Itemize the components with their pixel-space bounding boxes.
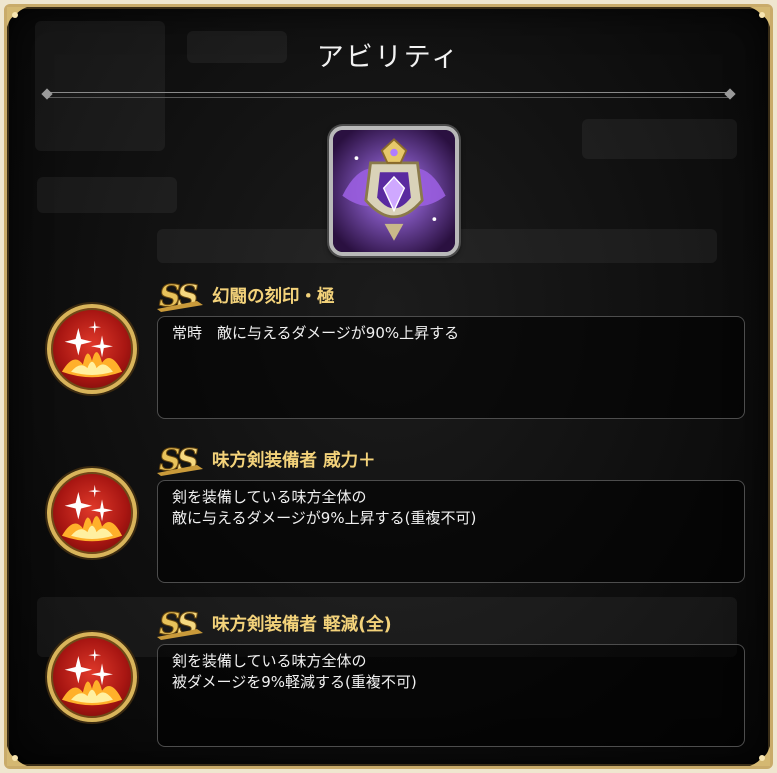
winged-crest-weapon-icon[interactable] bbox=[329, 126, 459, 256]
ss-rank-icon: SS bbox=[157, 275, 205, 313]
ability-dialog: アビリティ S S 幻闘の刻印・極 常時 敵に与えるダメージが90%上昇する S… bbox=[4, 4, 773, 769]
ability-description: 常時 敵に与えるダメージが90%上昇する bbox=[157, 316, 745, 419]
ss-rank-icon: SS bbox=[157, 439, 205, 477]
sparkle-burst-icon[interactable] bbox=[47, 304, 137, 394]
ability-description: 剣を装備している味方全体の 被ダメージを9%軽減する(重複不可) bbox=[157, 644, 745, 747]
ability-name: 味方剣装備者 軽減(全) bbox=[212, 615, 392, 635]
title-divider bbox=[47, 92, 730, 98]
ss-rank-icon: SS bbox=[157, 603, 205, 641]
background-panel bbox=[37, 177, 177, 213]
dialog-title: アビリティ bbox=[316, 42, 461, 73]
sparkle-burst-icon[interactable] bbox=[47, 468, 137, 558]
ability-description: 剣を装備している味方全体の 敵に与えるダメージが9%上昇する(重複不可) bbox=[157, 480, 745, 583]
corner-ornament-icon bbox=[5, 732, 41, 768]
ability-name: 味方剣装備者 威力＋ bbox=[212, 451, 376, 471]
background-panel bbox=[582, 119, 737, 159]
sparkle-burst-icon[interactable] bbox=[47, 632, 137, 722]
ability-name: 幻闘の刻印・極 bbox=[212, 287, 335, 307]
